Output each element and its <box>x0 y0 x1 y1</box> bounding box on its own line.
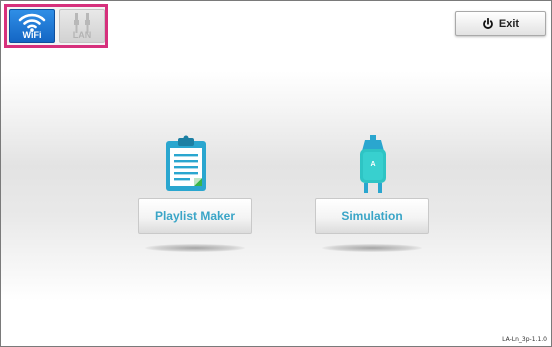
playlist-maker-shadow <box>145 244 245 252</box>
clipboard-document-icon <box>166 135 206 191</box>
simulation-button[interactable]: Simulation <box>315 198 429 234</box>
wifi-label: WiFi <box>22 30 42 40</box>
simulation-label: Simulation <box>341 209 403 223</box>
wifi-icon <box>18 13 46 32</box>
version-label: LA-Ln_3p-1.1.0 <box>502 336 547 343</box>
exit-button[interactable]: Exit <box>455 11 546 36</box>
app-window: WiFi LAN Exit Playlist Maker A Simulatio… <box>0 0 552 347</box>
svg-text:A: A <box>370 161 375 168</box>
iv-bag-icon: A <box>360 135 386 193</box>
exit-label: Exit <box>498 17 520 30</box>
playlist-maker-button[interactable]: Playlist Maker <box>138 198 252 234</box>
lan-label: LAN <box>72 30 92 40</box>
power-icon <box>483 17 493 29</box>
playlist-maker-label: Playlist Maker <box>154 209 236 223</box>
wifi-button[interactable]: WiFi <box>9 9 55 43</box>
simulation-shadow <box>322 244 422 252</box>
connection-selector: WiFi LAN <box>4 4 108 48</box>
lan-button[interactable]: LAN <box>59 9 105 43</box>
